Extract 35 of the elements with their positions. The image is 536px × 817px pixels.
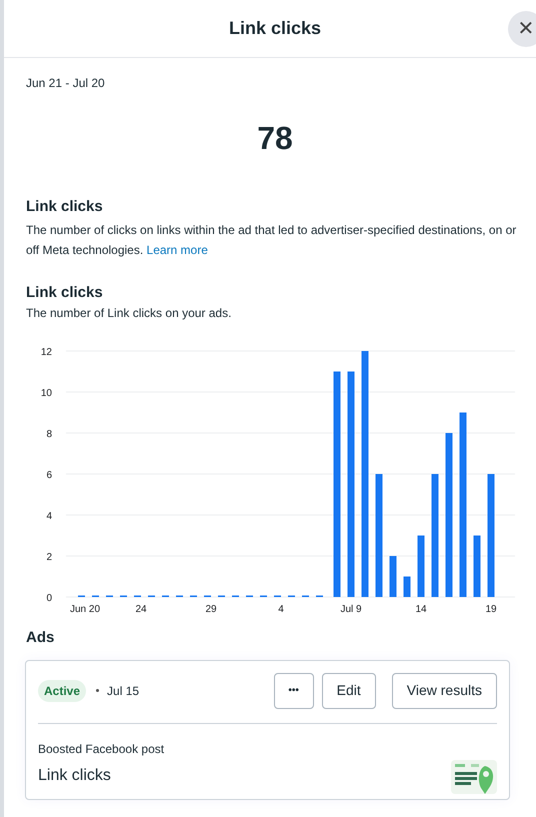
x-tick-label: 14: [415, 604, 427, 615]
chart-subtitle: The number of Link clicks on your ads.: [26, 305, 232, 322]
view-results-button[interactable]: View results: [392, 672, 497, 708]
dialog-title: Link clicks: [228, 17, 322, 40]
y-tick-label: 4: [46, 511, 52, 522]
definition-title: Link clicks: [26, 197, 104, 217]
x-tick-label: 24: [135, 604, 147, 615]
x-tick-label: Jun 20: [70, 604, 100, 615]
edit-button[interactable]: Edit: [322, 672, 376, 708]
ads-title: Ads: [26, 628, 56, 648]
y-tick-label: 10: [40, 388, 52, 399]
y-tick-label: 0: [46, 593, 52, 604]
ad-objective: Link clicks: [38, 766, 112, 786]
bar: [474, 536, 480, 597]
x-tick-label: 29: [205, 604, 217, 615]
y-tick-label: 6: [46, 470, 52, 481]
x-tick-label: 4: [278, 604, 284, 615]
date-range: Jun 21 - Jul 20: [26, 75, 106, 92]
close-button[interactable]: ✕: [508, 11, 536, 47]
chart-title: Link clicks: [26, 282, 104, 302]
bar: [390, 556, 396, 597]
definition-text: The number of clicks on links within the ad that led to advertiser-specified destinations, on or off Meta technologies. Learn more: [26, 222, 518, 258]
x-tick-label: Jul 9: [340, 604, 362, 615]
bar: [404, 576, 410, 597]
ad-date: Jul 15: [107, 682, 140, 700]
learn-more-link[interactable]: Learn more: [146, 242, 208, 256]
bar: [418, 536, 424, 597]
y-tick-label: 12: [40, 347, 52, 358]
y-tick-label: 2: [46, 552, 52, 563]
total-count: 78: [257, 119, 293, 158]
x-tick-label: 19: [485, 604, 497, 615]
ad-type: Boosted Facebook post: [38, 740, 164, 758]
more-button[interactable]: •••: [274, 672, 314, 708]
status-badge: Active: [38, 680, 86, 702]
y-tick-label: 8: [46, 429, 52, 440]
